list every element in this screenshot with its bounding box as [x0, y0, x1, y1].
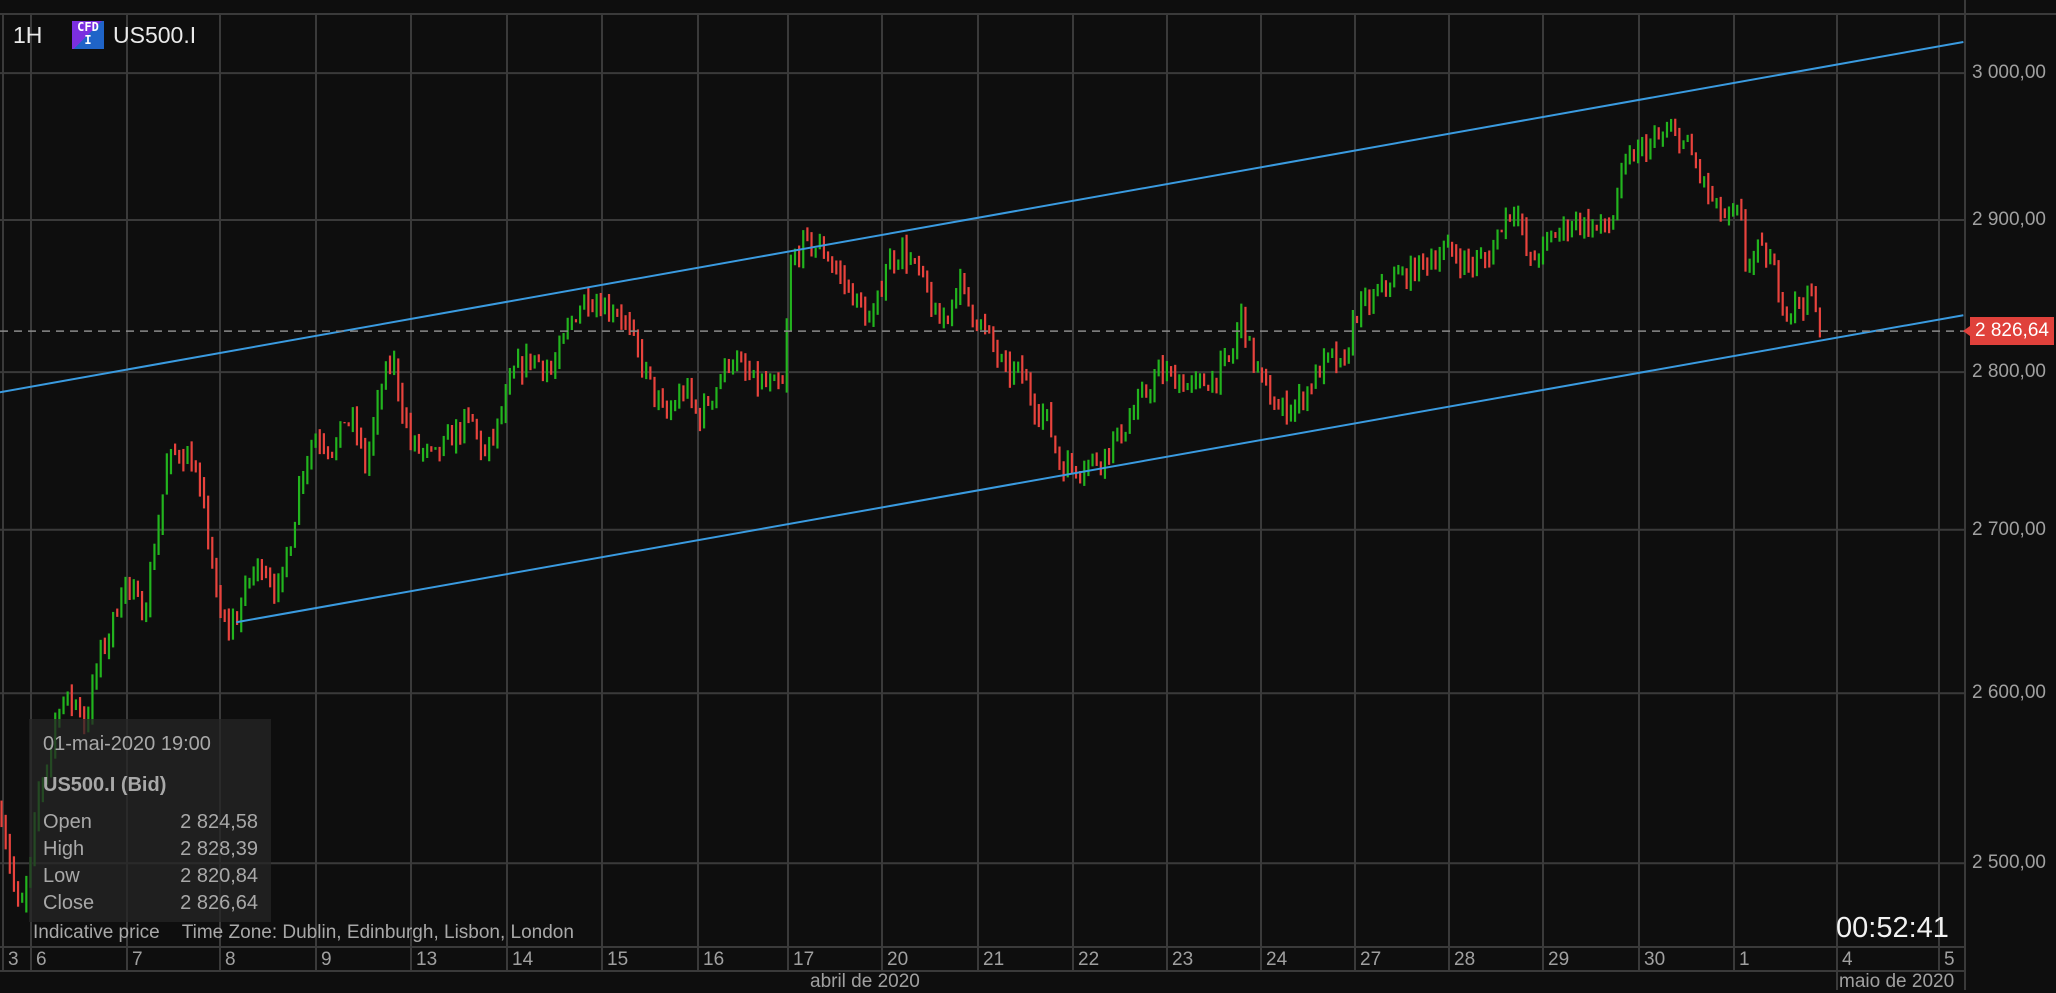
- price-tick-label: 2 900,00: [1972, 209, 2046, 231]
- day-tick-label: 5: [1944, 949, 1955, 970]
- day-tick-label: 28: [1454, 949, 1476, 970]
- value: 2 828,39: [180, 838, 258, 860]
- value: 2 820,84: [180, 865, 258, 887]
- price-tick-label: 3 000,00: [1972, 62, 2046, 84]
- bar-countdown: 00:52:41: [1836, 912, 1949, 944]
- value: 2 824,58: [180, 811, 258, 833]
- price-tick-label: 2 500,00: [1972, 852, 2046, 874]
- upper-channel-trendline: [0, 41, 1964, 394]
- price-tick-label: 2 700,00: [1972, 518, 2046, 540]
- day-tick-label: 22: [1078, 949, 1100, 970]
- day-tick-label: 21: [983, 949, 1005, 970]
- day-tick-label: 7: [132, 949, 143, 970]
- day-tick-label: 1: [1739, 949, 1750, 970]
- day-tick-label: 14: [512, 949, 534, 970]
- price-chart[interactable]: [0, 0, 2056, 990]
- day-tick-label: 23: [1172, 949, 1194, 970]
- value: 2 826,64: [180, 892, 258, 914]
- day-tick-label: 8: [225, 949, 236, 970]
- last-price-label: 2 826,64: [1963, 317, 2054, 346]
- day-tick-label: 9: [321, 949, 332, 970]
- tooltip-series: US500.I (Bid): [43, 774, 167, 796]
- day-tick-label: 20: [887, 949, 909, 970]
- tooltip-row-high: High 2 828,39: [43, 838, 258, 861]
- price-tick-label: 2 800,00: [1972, 361, 2046, 383]
- price-tick-label: 2 600,00: [1972, 682, 2046, 704]
- day-tick-label: 3: [8, 949, 19, 970]
- day-tick-label: 15: [607, 949, 629, 970]
- label: Close: [43, 892, 95, 914]
- day-tick-label: 6: [36, 949, 47, 970]
- day-tick-label: 24: [1266, 949, 1288, 970]
- lower-channel-trendline: [236, 314, 1964, 624]
- day-tick-label: 29: [1548, 949, 1570, 970]
- tooltip-row-low: Low 2 820,84: [43, 865, 258, 888]
- timeframe-selector[interactable]: 1H: [13, 18, 42, 52]
- day-tick-label: 13: [416, 949, 438, 970]
- day-tick-label: 4: [1842, 949, 1853, 970]
- label: Low: [43, 865, 80, 887]
- day-tick-label: 30: [1644, 949, 1666, 970]
- timezone-note: Time Zone: Dublin, Edinburgh, Lisbon, Lo…: [181, 922, 574, 943]
- label: High: [43, 838, 85, 860]
- day-tick-label: 17: [793, 949, 815, 970]
- ohlc-tooltip: 01-mai-2020 19:00 US500.I (Bid) Open 2 82…: [29, 719, 271, 922]
- tooltip-row-close: Close 2 826,64: [43, 892, 258, 915]
- tooltip-datetime: 01-mai-2020 19:00: [43, 733, 211, 755]
- day-tick-label: 27: [1360, 949, 1382, 970]
- tooltip-row-open: Open 2 824,58: [43, 811, 258, 834]
- symbol-label[interactable]: US500.I: [113, 18, 196, 52]
- chart-footer: Indicative price Time Zone: Dublin, Edinb…: [33, 922, 574, 944]
- cfd-badge-icon: CFD I: [72, 21, 104, 49]
- label: Open: [43, 811, 92, 833]
- day-tick-label: 16: [703, 949, 725, 970]
- indicative-price-note: Indicative price: [33, 922, 160, 943]
